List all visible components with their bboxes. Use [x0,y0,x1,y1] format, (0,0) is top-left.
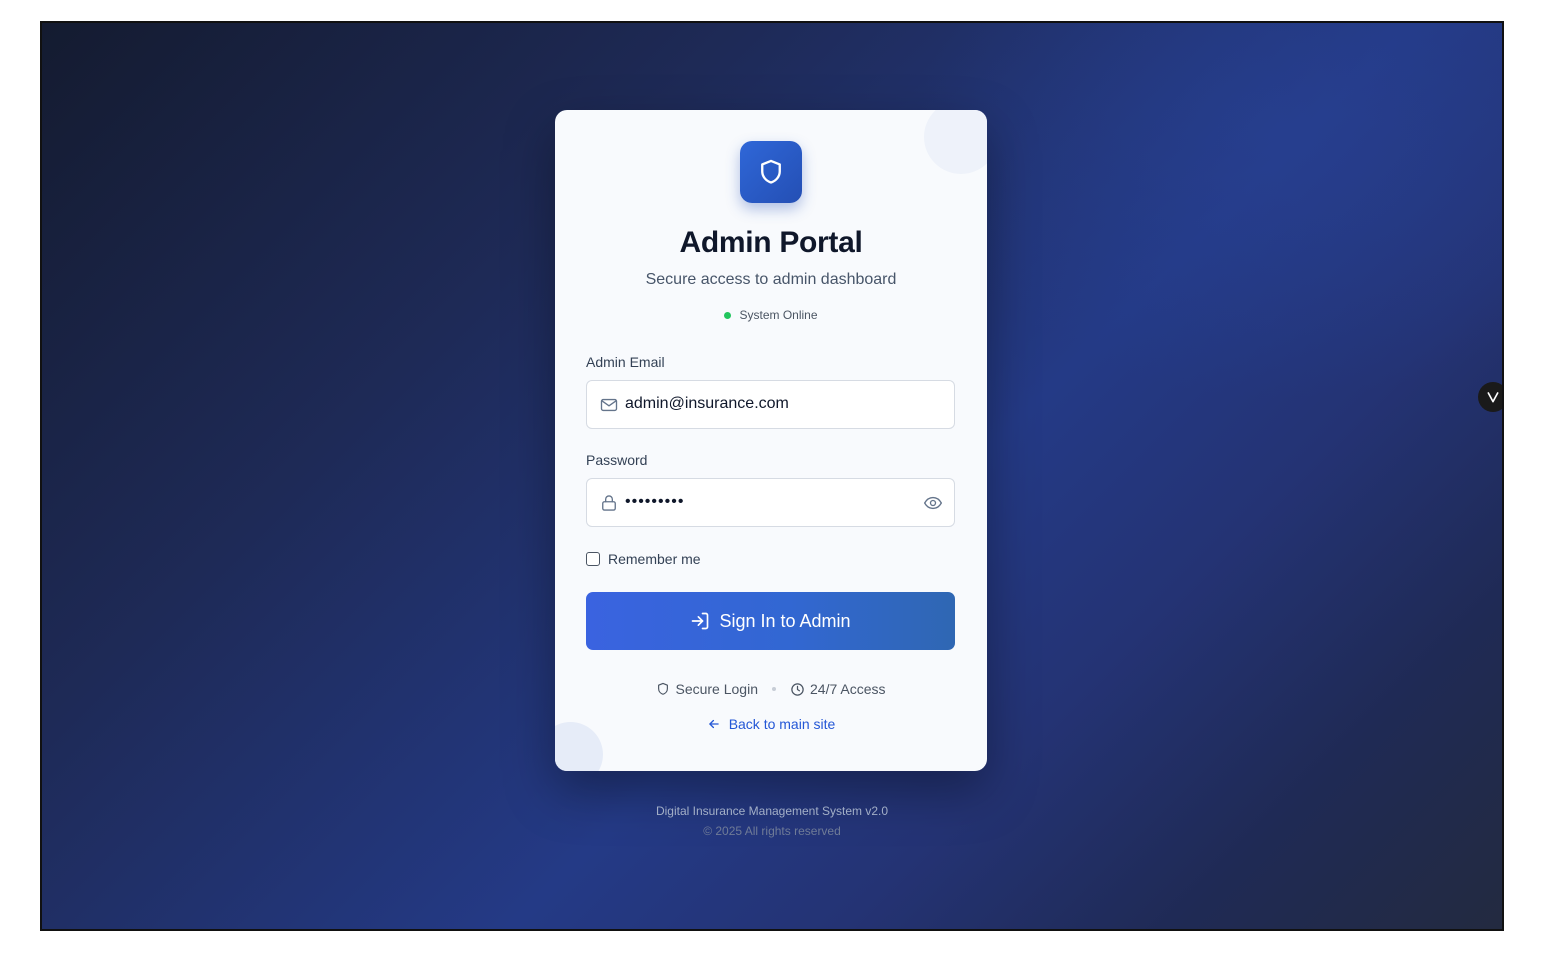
page-subtitle: Secure access to admin dashboard [645,271,897,288]
feature-access: 24/7 Access [790,681,886,697]
feature-secure-label: Secure Login [675,681,758,697]
logo-badge [740,141,802,203]
page-title: Admin Portal [679,226,863,259]
password-field-wrapper [586,478,955,527]
system-status: System Online [555,308,987,322]
email-label: Admin Email [586,354,665,370]
login-arrow-icon [692,612,709,630]
email-input[interactable] [625,381,915,426]
side-toggle-button[interactable] [1478,382,1502,412]
lock-icon [602,495,616,511]
email-field-wrapper [586,380,955,429]
feature-access-label: 24/7 Access [810,681,886,697]
page-background: Admin Portal Secure access to admin dash… [40,21,1504,931]
sign-in-label: Sign In to Admin [719,610,851,631]
clock-icon [791,682,804,696]
feature-separator [772,687,776,691]
remember-checkbox[interactable] [586,552,600,566]
sign-in-button[interactable]: Sign In to Admin [586,592,955,650]
shield-icon [658,682,669,695]
arrow-left-icon [708,719,719,729]
remember-label: Remember me [608,551,701,567]
status-dot [724,311,732,319]
feature-list: Secure Login 24/7 Access [555,681,987,697]
eye-icon[interactable] [923,493,943,513]
password-label: Password [586,452,648,468]
back-link-label: Back to main site [728,716,836,732]
footer-copyright: © 2025 All rights reserved [703,824,841,838]
shield-icon [761,159,781,184]
chevron-down-icon [1487,392,1499,403]
feature-secure-login: Secure Login [656,681,758,697]
status-text: System Online [739,308,818,322]
decorative-circle-top [924,110,987,174]
login-card: Admin Portal Secure access to admin dash… [555,110,987,771]
remember-me[interactable]: Remember me [586,551,701,567]
footer-version: Digital Insurance Management System v2.0 [655,804,889,818]
mail-icon [600,398,618,412]
back-to-main-link[interactable]: Back to main site [555,716,987,732]
password-input[interactable] [625,479,915,524]
